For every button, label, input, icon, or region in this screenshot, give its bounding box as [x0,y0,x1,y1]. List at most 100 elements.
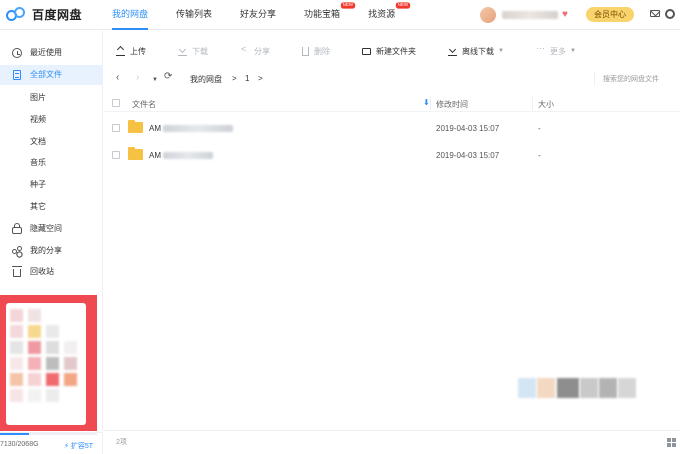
new-folder-label: 新建文件夹 [376,46,416,56]
tab-transfer-list[interactable]: 传输列表 [176,0,212,30]
tab-find-resources[interactable]: 找资源 NEW [368,0,411,30]
more-button[interactable]: 更多▼ [536,43,576,57]
file-name[interactable]: AM [149,151,161,160]
sidebar-item-my-shares[interactable]: 我的分享 [0,241,103,261]
file-icon [13,70,21,80]
sidebar-item-label: 视频 [30,115,46,124]
more-icon [536,43,545,56]
select-all-checkbox[interactable] [112,99,120,107]
file-toolbar: 上传 下载 分享 删除 新建文件夹 离线下载▼ 更多▼ [104,40,596,62]
table-row[interactable]: AM 2019-04-03 15:07 - [104,116,680,142]
back-icon[interactable]: ‹ [116,73,119,83]
chevron-down-icon: ▼ [498,48,504,54]
sidebar-item-label: 我的分享 [30,246,62,255]
watermark-blurred [599,378,617,398]
column-header-modified[interactable]: 修改时间 [436,99,468,110]
tab-friend-share[interactable]: 好友分享 [240,0,276,30]
refresh-icon[interactable]: ⟳ [164,72,172,82]
vip-center-button[interactable]: 会员中心 [586,7,634,22]
expand-storage-link[interactable]: ⚡ 扩容5T [64,441,93,451]
folder-icon [128,147,143,160]
promo-banner[interactable] [0,295,97,431]
download-button[interactable]: 下载 [178,46,208,57]
download-icon [178,47,187,56]
item-count: 2项 [116,439,127,446]
upload-label: 上传 [130,46,146,56]
sidebar-item-all-files[interactable]: 全部文件 [0,65,103,85]
expand-storage-label: 扩容5T [70,443,94,450]
file-name-blurred [163,152,213,159]
offline-download-icon [448,47,457,56]
top-header: 百度网盘 我的网盘 传输列表 好友分享 功能宝箱 NEW 找资源 NEW ♥ 会员中… [0,0,680,30]
sidebar-item-label: 其它 [30,202,46,211]
history-dropdown-icon[interactable]: ▼ [152,75,158,85]
quota-progress-fill [0,433,30,435]
sidebar-item-recent[interactable]: 最近使用 [0,43,103,63]
sidebar-item-label: 隐藏空间 [30,224,62,233]
table-row[interactable]: AM 2019-04-03 15:07 - [104,143,680,169]
sidebar-item-music[interactable]: 音乐 [0,153,103,173]
sidebar: 最近使用 全部文件 图片 视频 文档 音乐 种子 其它 隐藏空间 我的分享 回收… [0,31,103,454]
avatar[interactable] [480,7,496,23]
file-size: - [538,124,541,133]
sidebar-item-recycle-bin[interactable]: 回收站 [0,262,103,282]
column-header-size[interactable]: 大小 [538,99,554,110]
app-name: 百度网盘 [32,7,83,22]
username-blurred[interactable] [502,11,558,19]
sidebar-item-label: 音乐 [30,158,46,167]
sidebar-item-other[interactable]: 其它 [0,197,103,217]
sidebar-item-label: 回收站 [30,267,54,276]
forward-icon[interactable]: › [136,73,139,83]
column-header-name[interactable]: 文件名 [132,99,156,110]
new-folder-button[interactable]: 新建文件夹 [362,46,416,57]
new-badge: NEW [341,2,356,9]
sidebar-item-documents[interactable]: 文档 [0,132,103,152]
more-label: 更多 [549,46,566,56]
user-menu[interactable]: ♥ [480,6,568,24]
breadcrumb-separator-icon: > [232,74,237,83]
sidebar-item-label: 种子 [30,180,46,189]
sidebar-item-hidden-space[interactable]: 隐藏空间 [0,219,103,239]
breadcrumb-separator-icon: > [258,74,263,83]
sort-down-icon[interactable]: ⬇ [423,98,430,107]
column-divider [532,97,533,110]
tab-label: 传输列表 [176,9,213,19]
sidebar-item-images[interactable]: 图片 [0,88,103,108]
delete-label: 删除 [314,46,330,56]
column-divider [430,97,431,110]
promo-image-blurred [6,303,86,425]
file-table-header: 文件名 ⬇ 修改时间 大小 [104,96,680,112]
share-button[interactable]: 分享 [240,44,270,57]
row-checkbox[interactable] [112,124,120,132]
grid-view-icon[interactable] [667,438,676,447]
clock-icon [12,48,22,58]
mail-icon[interactable] [650,10,660,17]
sidebar-item-videos[interactable]: 视频 [0,110,103,130]
quota-text: 7130/2068G [0,441,39,448]
gear-icon[interactable] [665,9,675,19]
share-icon [240,44,249,56]
breadcrumb-item-current[interactable]: 1 [245,74,249,83]
tab-my-drive[interactable]: 我的网盘 [112,0,149,30]
upload-button[interactable]: 上传 [116,46,146,57]
watermark-blurred [518,378,536,398]
tab-feature-box[interactable]: 功能宝箱 NEW [304,0,356,30]
app-logo[interactable]: 百度网盘 [6,5,82,23]
row-checkbox[interactable] [112,151,120,159]
offline-download-button[interactable]: 离线下载 ▼ [448,46,504,57]
sidebar-item-torrents[interactable]: 种子 [0,175,103,195]
file-modified: 2019-04-03 15:07 [436,151,500,160]
new-badge: NEW [396,2,411,9]
file-name[interactable]: AM [149,124,161,133]
breadcrumb-item-root[interactable]: 我的网盘 [190,74,222,85]
watermark-blurred [618,378,636,398]
cloud-logo-icon [6,7,28,21]
share-icon [12,246,22,256]
sidebar-item-label: 文档 [30,137,46,146]
folder-icon [128,120,143,133]
delete-button[interactable]: 删除 [302,46,330,57]
breadcrumb: ‹ › ▼ ⟳ 我的网盘 > 1 > [104,70,680,88]
search-input[interactable] [594,72,676,86]
tab-label: 找资源 [368,9,396,19]
watermark-blurred [557,378,579,398]
